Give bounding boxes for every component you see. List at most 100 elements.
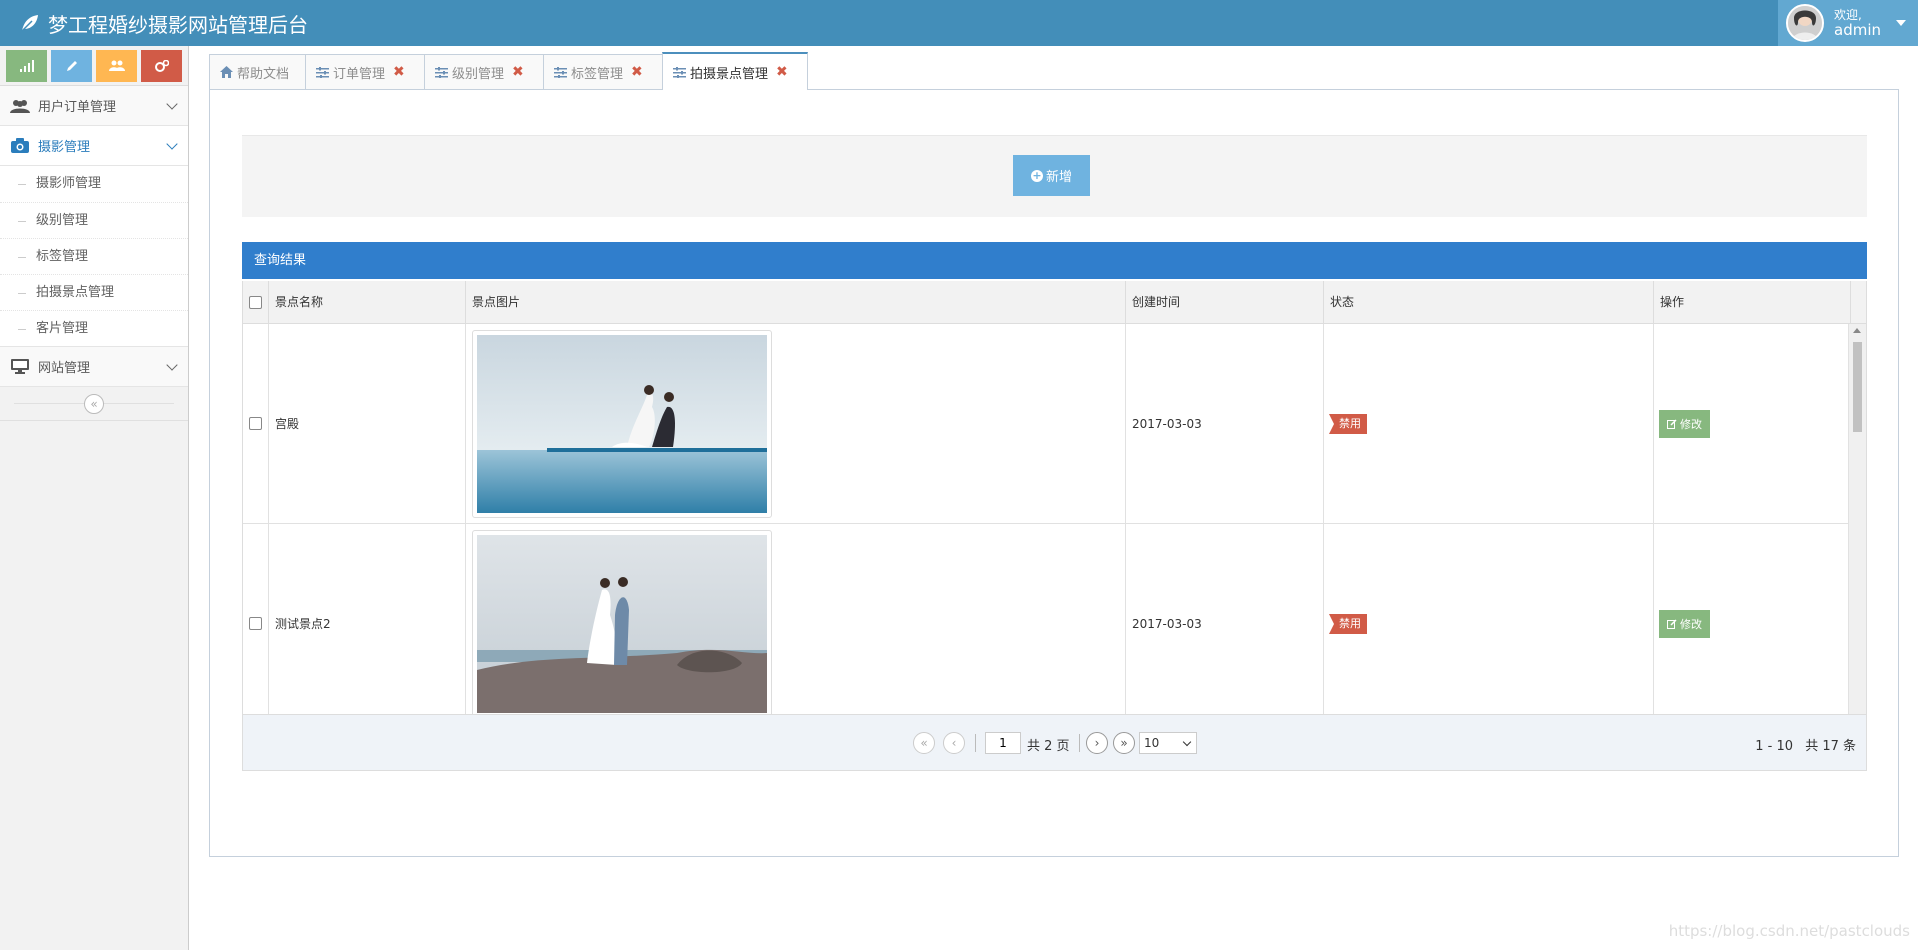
page-number-input[interactable] [985, 732, 1021, 754]
sidebar-item-photography[interactable]: 摄影管理 [0, 126, 188, 166]
row-select-cell [243, 524, 269, 723]
caret-down-icon[interactable] [1896, 20, 1906, 26]
tab-label: 拍摄景点管理 [690, 66, 769, 82]
scroll-up-icon[interactable] [1853, 328, 1861, 333]
pager-separator [975, 734, 976, 752]
first-page-icon[interactable]: « [913, 732, 935, 754]
sidebar-item-levels[interactable]: 级别管理 [0, 202, 188, 238]
avatar [1786, 4, 1824, 42]
toolbar: + 新增 [242, 135, 1867, 217]
sidebar-collapse-bar: « [0, 387, 188, 421]
spot-created: 2017-03-03 [1126, 324, 1324, 523]
tab-label: 级别管理 [452, 66, 505, 82]
total-records: 共 17 条 [1805, 739, 1856, 754]
spot-created: 2017-03-03 [1126, 524, 1324, 723]
page-range: 1 - 10 [1755, 739, 1794, 754]
sidebar-item-photographers[interactable]: 摄影师管理 [0, 166, 188, 202]
top-navbar: 梦工程婚纱摄影网站管理后台 欢迎, admin [0, 0, 1918, 46]
page-range-info: 1 - 10 共 17 条 [1755, 735, 1856, 754]
sidebar-item-label: 摄影管理 [38, 140, 91, 155]
pencil-icon [66, 61, 77, 71]
row-checkbox[interactable] [249, 417, 262, 430]
spot-name: 测试景点2 [269, 524, 466, 723]
edit-button[interactable]: 修改 [1659, 409, 1710, 438]
shortcut-pencil-button[interactable] [51, 50, 92, 82]
select-all-checkbox[interactable] [249, 296, 262, 309]
edit-button-label: 修改 [1680, 417, 1702, 431]
spot-actions-cell: 修改 [1654, 524, 1849, 723]
spot-name: 宫殿 [269, 324, 466, 523]
spot-image[interactable] [472, 329, 772, 518]
tab-label: 帮助文档 [237, 66, 290, 82]
username: admin [1834, 21, 1881, 39]
close-icon[interactable]: ✖ [512, 64, 524, 80]
pager-separator [1079, 734, 1080, 752]
tab-spots[interactable]: 拍摄景点管理 ✖ [662, 52, 808, 90]
tab-tags[interactable]: 标签管理 ✖ [543, 54, 663, 89]
row-select-cell [243, 324, 269, 523]
spot-image[interactable] [472, 529, 772, 718]
shortcut-signal-button[interactable] [6, 50, 47, 82]
content-panel: + 新增 查询结果 景点名称 景点图片 创建时间 状态 操作 宫殿 2017-0… [209, 89, 1899, 857]
row-checkbox[interactable] [249, 617, 262, 630]
status-badge: 禁用 [1329, 613, 1367, 634]
results-grid: 景点名称 景点图片 创建时间 状态 操作 宫殿 2017-03-03 禁用 修改… [242, 281, 1867, 771]
sliders-icon [435, 66, 448, 78]
tab-help[interactable]: 帮助文档 [209, 54, 306, 89]
sidebar: 用户订单管理 摄影管理 摄影师管理 级别管理 标签管理 拍摄景点管理 客片管理 … [0, 46, 189, 950]
sidebar-item-tags[interactable]: 标签管理 [0, 238, 188, 274]
col-header-status[interactable]: 状态 [1324, 281, 1654, 324]
scroll-thumb[interactable] [1853, 342, 1862, 432]
sidebar-item-website[interactable]: 网站管理 [0, 347, 188, 387]
col-header-name[interactable]: 景点名称 [269, 281, 466, 324]
tab-orders[interactable]: 订单管理 ✖ [305, 54, 425, 89]
users-icon [10, 97, 30, 115]
sidebar-item-user-orders[interactable]: 用户订单管理 [0, 86, 188, 126]
photography-submenu: 摄影师管理 级别管理 标签管理 拍摄景点管理 客片管理 [0, 166, 188, 347]
cogs-icon [154, 60, 169, 72]
sliders-icon [316, 66, 329, 78]
prev-page-icon[interactable]: ‹ [943, 732, 965, 754]
chevron-down-icon [166, 359, 178, 371]
desktop-icon [10, 358, 30, 376]
edit-button-label: 修改 [1680, 617, 1702, 631]
watermark: https://blog.csdn.net/pastclouds [1668, 922, 1910, 940]
next-page-icon[interactable]: › [1086, 732, 1108, 754]
add-button[interactable]: + 新增 [1013, 155, 1090, 196]
tab-levels[interactable]: 级别管理 ✖ [424, 54, 544, 89]
sidebar-item-client-photos[interactable]: 客片管理 [0, 310, 188, 346]
tab-label: 订单管理 [333, 66, 386, 82]
vertical-scrollbar[interactable] [1849, 324, 1866, 739]
col-header-actions[interactable]: 操作 [1654, 281, 1851, 324]
close-icon[interactable]: ✖ [631, 64, 643, 80]
sliders-icon [673, 66, 686, 78]
table-row[interactable]: 测试景点2 2017-03-03 禁用 修改 [243, 524, 1849, 724]
edit-icon [1667, 418, 1677, 429]
col-header-image[interactable]: 景点图片 [466, 281, 1126, 324]
close-icon[interactable]: ✖ [393, 64, 405, 80]
brand[interactable]: 梦工程婚纱摄影网站管理后台 [20, 9, 308, 37]
last-page-icon[interactable]: » [1113, 732, 1135, 754]
double-chevron-left-icon[interactable]: « [84, 394, 104, 414]
chevron-down-icon [166, 98, 178, 110]
signal-icon [19, 60, 34, 72]
sidebar-item-spots[interactable]: 拍摄景点管理 [0, 274, 188, 310]
sidebar-item-label: 用户订单管理 [38, 100, 117, 115]
table-row[interactable]: 宫殿 2017-03-03 禁用 修改 [243, 324, 1849, 524]
sliders-icon [554, 66, 567, 78]
spot-status-cell: 禁用 [1324, 324, 1654, 523]
users-icon [108, 60, 125, 71]
spot-image-cell [466, 324, 1126, 523]
page-size-select[interactable]: 10 [1139, 732, 1197, 754]
edit-button[interactable]: 修改 [1659, 609, 1710, 638]
shortcut-cogs-button[interactable] [141, 50, 182, 82]
col-header-created[interactable]: 创建时间 [1126, 281, 1324, 324]
close-icon[interactable]: ✖ [776, 64, 788, 80]
sidebar-shortcuts [0, 46, 188, 86]
user-menu[interactable]: 欢迎, admin [1778, 0, 1918, 46]
spot-status-cell: 禁用 [1324, 524, 1654, 723]
leaf-icon [21, 15, 38, 32]
shortcut-users-button[interactable] [96, 50, 137, 82]
pager: « ‹ 共 2 页 › » 10 1 - 10 共 17 条 [243, 714, 1866, 770]
results-title: 查询结果 [242, 242, 1867, 279]
